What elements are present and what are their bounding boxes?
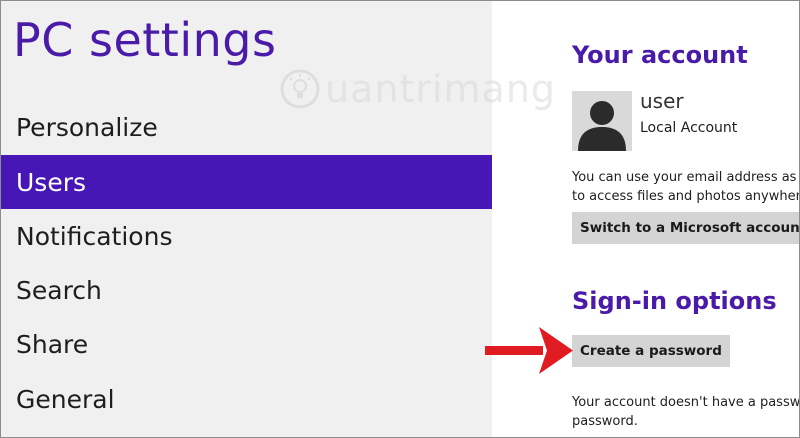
nav-item-label: Share: [16, 329, 89, 359]
account-description-line: You can use your email address as a: [572, 170, 800, 185]
nav-item-personalize[interactable]: Personalize: [1, 100, 492, 154]
page-title: PC settings: [13, 13, 277, 67]
nav-item-general[interactable]: General: [1, 372, 492, 426]
nav-item-label: Personalize: [16, 112, 158, 142]
avatar: [572, 91, 632, 151]
pc-settings-window: PC settings Personalize Users Notificati…: [0, 0, 800, 438]
sign-in-options-heading: Sign-in options: [572, 287, 777, 315]
account-description: You can use your email address as a to a…: [572, 168, 800, 206]
user-silhouette-icon: [572, 91, 632, 151]
nav-item-label: General: [16, 384, 115, 414]
create-password-button[interactable]: Create a password: [572, 335, 730, 367]
account-type: Local Account: [640, 120, 738, 136]
nav-item-notifications[interactable]: Notifications: [1, 209, 492, 263]
nav-item-label: Search: [16, 275, 102, 305]
account-description-line: to access files and photos anywhere: [572, 189, 800, 204]
settings-nav-panel: PC settings Personalize Users Notificati…: [1, 1, 492, 437]
switch-to-microsoft-account-button[interactable]: Switch to a Microsoft account: [572, 212, 799, 244]
nav-item-share[interactable]: Share: [1, 317, 492, 371]
red-arrow-icon: [485, 327, 573, 374]
password-note-line: password.: [572, 414, 638, 429]
nav-item-label: Notifications: [16, 221, 173, 251]
nav-item-users[interactable]: Users: [1, 155, 492, 209]
nav-item-label: Users: [16, 167, 87, 197]
password-note: Your account doesn't have a passwo passw…: [572, 393, 800, 431]
account-user-name: user: [640, 89, 684, 113]
password-note-line: Your account doesn't have a passwo: [572, 395, 800, 410]
nav-item-search[interactable]: Search: [1, 263, 492, 317]
your-account-heading: Your account: [572, 41, 748, 69]
